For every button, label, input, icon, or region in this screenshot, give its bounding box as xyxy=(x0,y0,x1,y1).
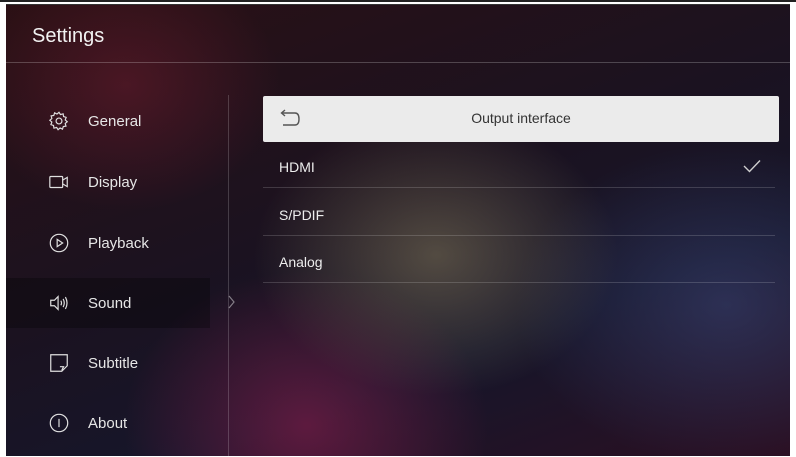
sidebar-item-label: Playback xyxy=(88,234,149,252)
panel-title: Output interface xyxy=(471,110,571,126)
display-icon xyxy=(48,171,70,193)
settings-window: Settings General Display Playback Sound … xyxy=(6,4,790,456)
panel-header: Output interface xyxy=(263,96,779,142)
speaker-icon xyxy=(48,292,70,314)
check-icon xyxy=(743,160,761,173)
chevron-right-icon xyxy=(228,295,235,309)
option-divider xyxy=(263,187,775,188)
option-divider xyxy=(263,235,775,236)
sidebar-item-sound[interactable]: Sound xyxy=(6,278,210,328)
sidebar-item-label: General xyxy=(88,112,142,130)
sidebar-item-label: Subtitle xyxy=(88,354,139,372)
sidebar-item-general[interactable]: General xyxy=(6,96,210,146)
sidebar-item-label: Sound xyxy=(88,294,132,312)
info-icon xyxy=(48,412,70,434)
page-title: Settings xyxy=(32,25,105,47)
header-divider xyxy=(6,62,790,63)
sidebar: General Display Playback Sound Subtitle … xyxy=(6,65,228,456)
subtitle-icon xyxy=(48,352,70,374)
sidebar-item-display[interactable]: Display xyxy=(6,157,210,207)
sidebar-item-playback[interactable]: Playback xyxy=(6,218,210,268)
option-hdmi[interactable]: HDMI xyxy=(263,142,779,188)
top-border xyxy=(0,0,796,2)
play-circle-icon xyxy=(48,232,70,254)
sidebar-item-label: About xyxy=(88,414,128,432)
option-divider xyxy=(263,282,775,283)
sidebar-item-label: Display xyxy=(88,173,138,191)
option-label: S/PDIF xyxy=(279,207,325,223)
gear-icon xyxy=(48,110,70,132)
header-bar: Settings xyxy=(6,5,790,63)
option-label: Analog xyxy=(279,254,323,270)
option-analog[interactable]: Analog xyxy=(263,237,779,283)
sidebar-divider xyxy=(228,95,229,456)
sidebar-item-about[interactable]: About xyxy=(6,398,210,448)
sidebar-item-subtitle[interactable]: Subtitle xyxy=(6,338,210,388)
option-spdif[interactable]: S/PDIF xyxy=(263,190,779,236)
option-label: HDMI xyxy=(279,159,315,175)
